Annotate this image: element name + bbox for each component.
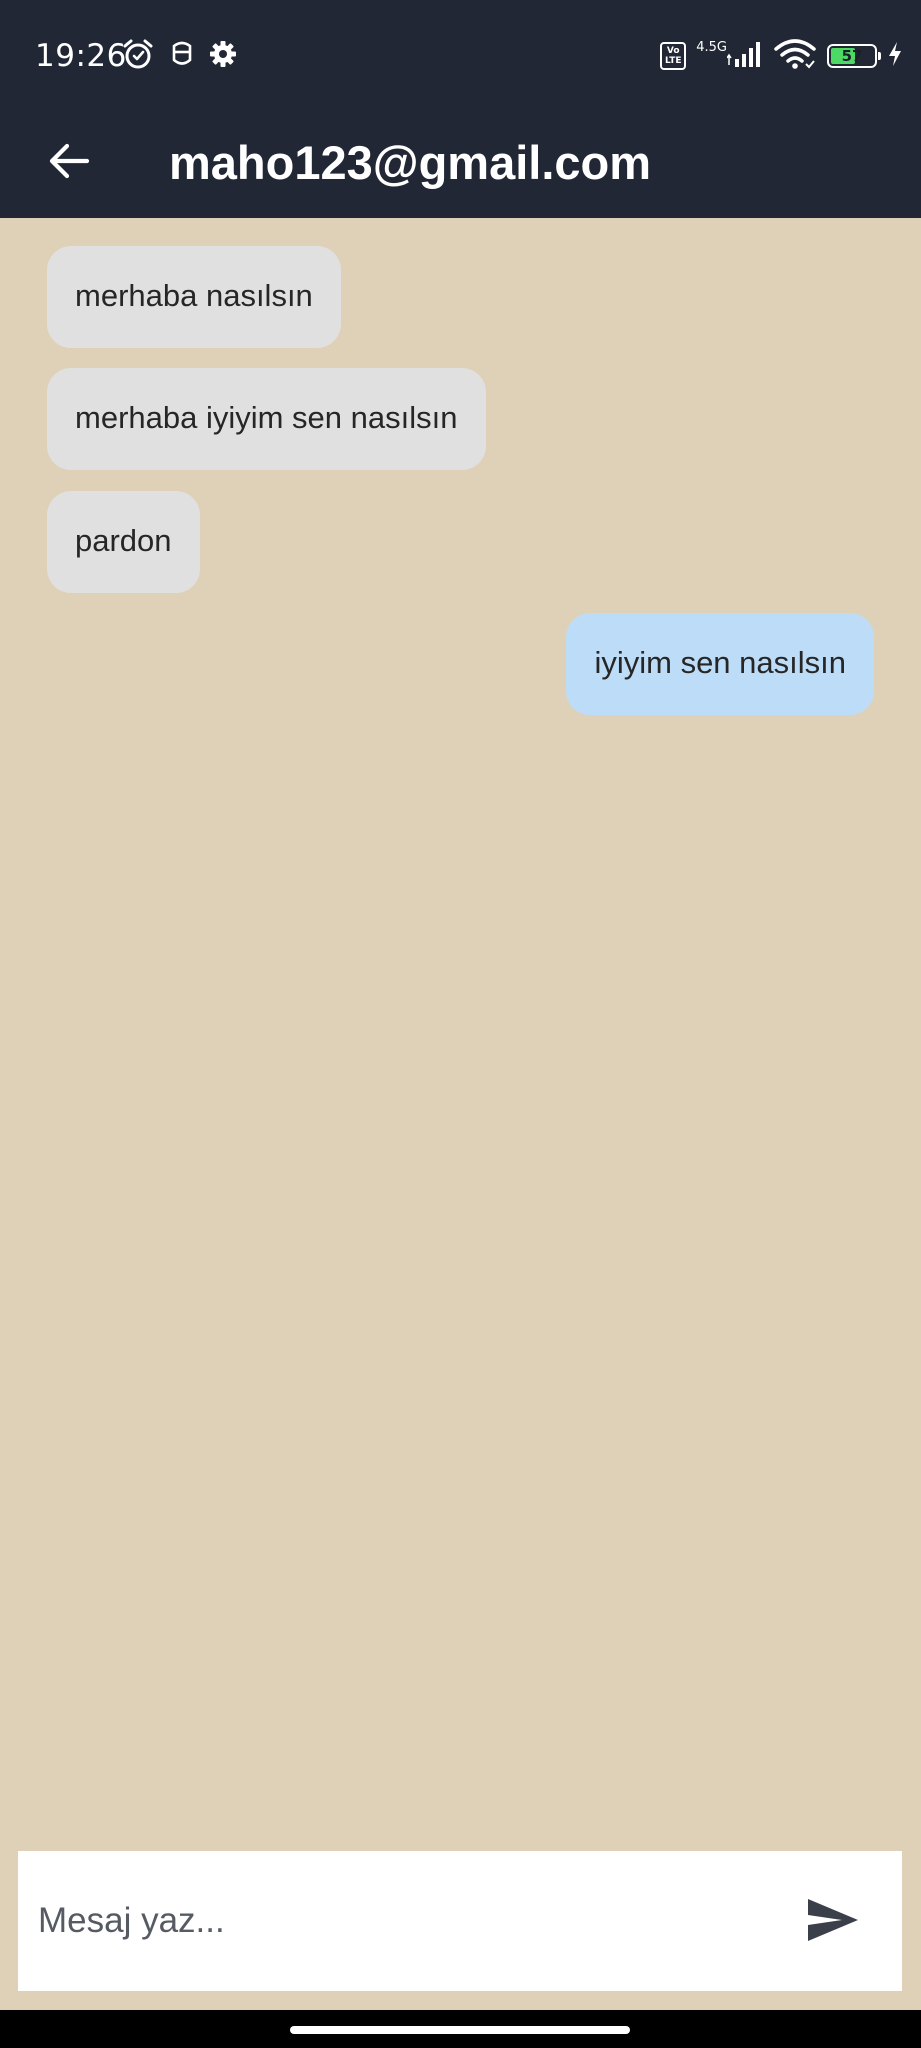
battery-icon: 57	[827, 44, 881, 68]
alarm-icon	[120, 36, 156, 77]
volte-badge: Vo LTE	[660, 42, 687, 70]
battery-level-label: 57	[841, 47, 863, 65]
back-button[interactable]	[36, 130, 102, 196]
send-button[interactable]	[798, 1887, 868, 1957]
message-list[interactable]: merhaba nasılsın merhaba iyiyim sen nası…	[0, 218, 921, 1848]
message-bubble-outgoing[interactable]: iyiyim sen nasılsın	[566, 613, 874, 715]
send-icon	[806, 1897, 860, 1948]
face-icon	[168, 38, 196, 75]
message-bubble-incoming[interactable]: merhaba nasılsın	[47, 246, 341, 348]
app-bar: maho123@gmail.com	[0, 108, 921, 218]
settings-gear-icon	[208, 39, 238, 74]
network-type-label: 4.5G	[696, 39, 727, 55]
system-navigation-bar	[0, 2010, 921, 2048]
page-title: maho123@gmail.com	[169, 136, 652, 189]
signal-icon	[726, 39, 763, 74]
status-time: 19:26	[35, 38, 127, 74]
status-bar: 19:26 Vo LTE 4.5G 57	[0, 0, 921, 108]
charging-bolt-icon	[887, 41, 903, 72]
arrow-left-icon	[47, 141, 91, 186]
volte-top-label: Vo	[666, 46, 680, 56]
status-left-icons	[120, 36, 238, 76]
message-bubble-incoming[interactable]: merhaba iyiyim sen nasılsın	[47, 368, 486, 470]
home-indicator[interactable]	[290, 2026, 630, 2034]
message-bubble-incoming[interactable]: pardon	[47, 491, 200, 593]
volte-bottom-label: LTE	[664, 56, 682, 66]
message-composer	[18, 1851, 902, 1991]
message-input[interactable]	[38, 1881, 778, 1961]
wifi-icon	[773, 38, 817, 75]
status-right-icons: Vo LTE 4.5G 57	[660, 36, 903, 76]
